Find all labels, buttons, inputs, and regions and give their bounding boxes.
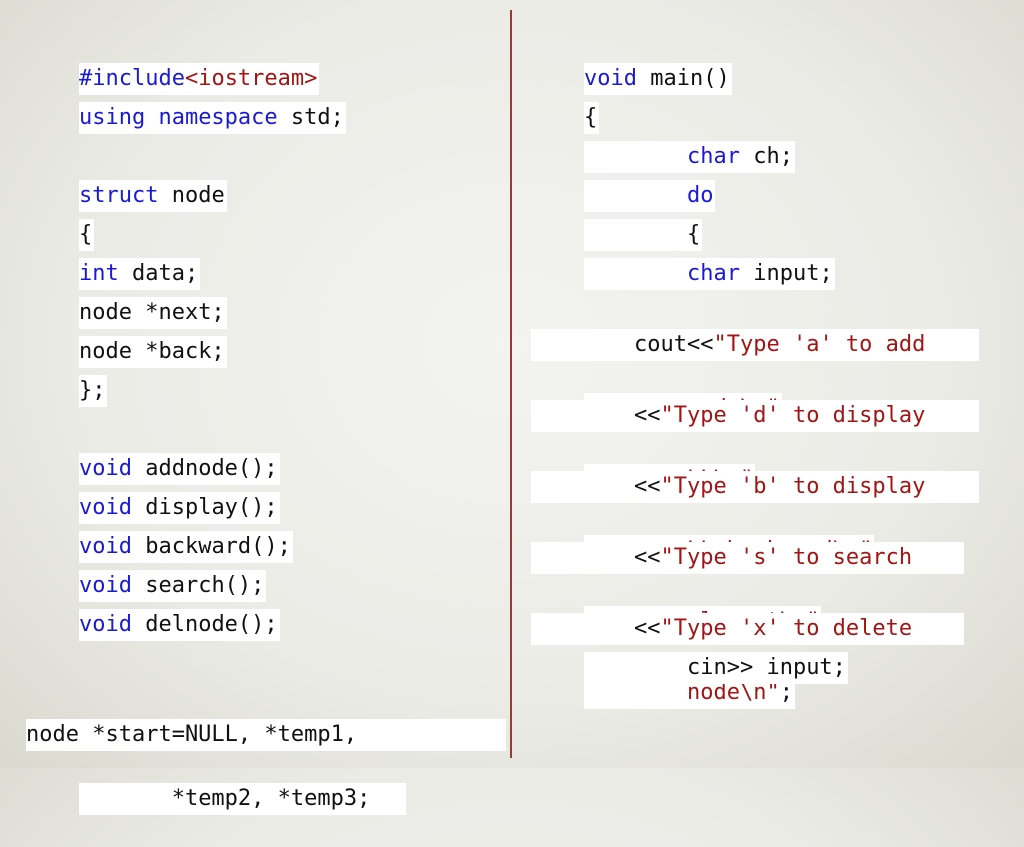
code-line-decl: void delnode(); — [26, 577, 506, 641]
code-line-include: #include<iostream> — [26, 31, 506, 95]
column-divider — [510, 10, 512, 758]
code-line-inner-brace: { — [531, 187, 1001, 251]
right-code-column: void main() { char ch; do { char input; … — [531, 31, 1001, 709]
code-line-do: do — [531, 148, 1001, 212]
code-line-field-data: int data; — [26, 226, 506, 290]
code-line-decl: void search(); — [26, 538, 506, 602]
code-line-msg-s: <<"Type 's' to search element\n" — [531, 478, 1001, 638]
code-line-field-back: node *back; — [26, 304, 506, 368]
code-line-cout-a: cout<<"Type 'a' to add node\n" — [531, 265, 1001, 425]
globals-line-2: *temp2, *temp3; — [78, 783, 406, 815]
code-line-cin: cin>> input; — [531, 620, 1001, 684]
code-line-open-brace: { — [26, 187, 506, 251]
code-line-close-struct: }; — [26, 343, 506, 407]
cin-statement: cin>> input; — [583, 652, 848, 684]
code-line-main: void main() — [531, 31, 1001, 95]
code-line-open-brace: { — [531, 70, 1001, 134]
code-line-msg-b: <<"Type 'b' to display LL backward\n" — [531, 407, 1001, 567]
code-line-using: using namespace std; — [26, 70, 506, 134]
code-line-field-next: node *next; — [26, 265, 506, 329]
globals-line-1: node *start=NULL, *temp1, — [26, 719, 506, 751]
decl-rest: delnode(); — [131, 612, 278, 637]
code-line-decl: void backward(); — [26, 499, 506, 563]
code-line-struct: struct node — [26, 148, 506, 212]
void-keyword: void — [78, 612, 132, 637]
code-line-decl: void addnode(); — [26, 421, 506, 485]
code-line-char-input: char input; — [531, 226, 1001, 290]
close-struct: }; — [78, 375, 108, 407]
code-line-msg-d: <<"Type 'd' to display LL\n" — [531, 336, 1001, 496]
using-keyword: using namespace — [78, 105, 278, 130]
using-rest: std; — [277, 105, 344, 130]
code-line-msg-x: <<"Type 'x' to delete node\n"; — [531, 549, 1001, 709]
left-code-column: #include<iostream> using namespace std; … — [26, 31, 506, 815]
code-line-decl: void display(); — [26, 460, 506, 524]
code-line-char-ch: char ch; — [531, 109, 1001, 173]
code-line-globals: node *start=NULL, *temp1, *temp2, *temp3… — [26, 655, 506, 815]
